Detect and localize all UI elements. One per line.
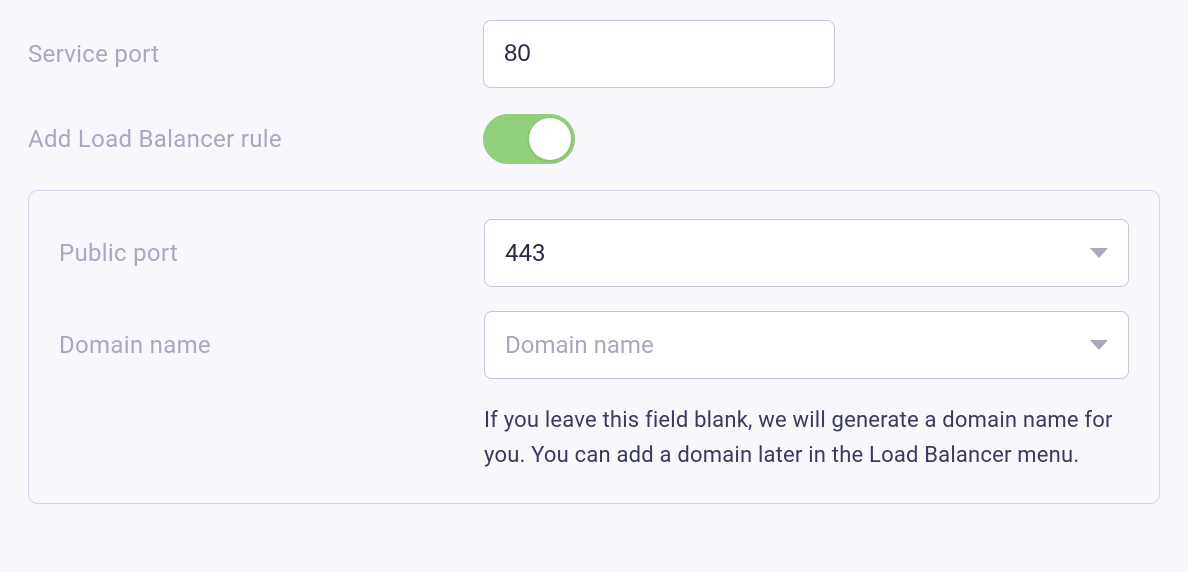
chevron-down-icon (1090, 248, 1108, 258)
add-lb-rule-row: Add Load Balancer rule (28, 114, 1160, 164)
domain-helper-row: If you leave this field blank, we will g… (59, 403, 1129, 473)
domain-helper-text: If you leave this field blank, we will g… (484, 403, 1129, 473)
domain-name-label: Domain name (59, 331, 484, 359)
chevron-down-icon (1090, 340, 1108, 350)
helper-spacer (59, 403, 484, 473)
lb-rule-panel: Public port 443 Domain name Domain name … (28, 190, 1160, 504)
domain-name-row: Domain name Domain name (59, 311, 1129, 379)
public-port-select[interactable]: 443 (484, 219, 1129, 287)
service-port-label: Service port (28, 40, 483, 68)
domain-name-placeholder: Domain name (505, 331, 654, 359)
domain-name-select[interactable]: Domain name (484, 311, 1129, 379)
add-lb-rule-toggle[interactable] (483, 114, 575, 164)
public-port-label: Public port (59, 239, 484, 267)
service-port-input[interactable] (483, 20, 835, 88)
service-port-row: Service port (28, 20, 1160, 88)
public-port-value: 443 (505, 239, 545, 267)
toggle-thumb (529, 118, 571, 160)
public-port-row: Public port 443 (59, 219, 1129, 287)
add-lb-rule-label: Add Load Balancer rule (28, 125, 483, 153)
